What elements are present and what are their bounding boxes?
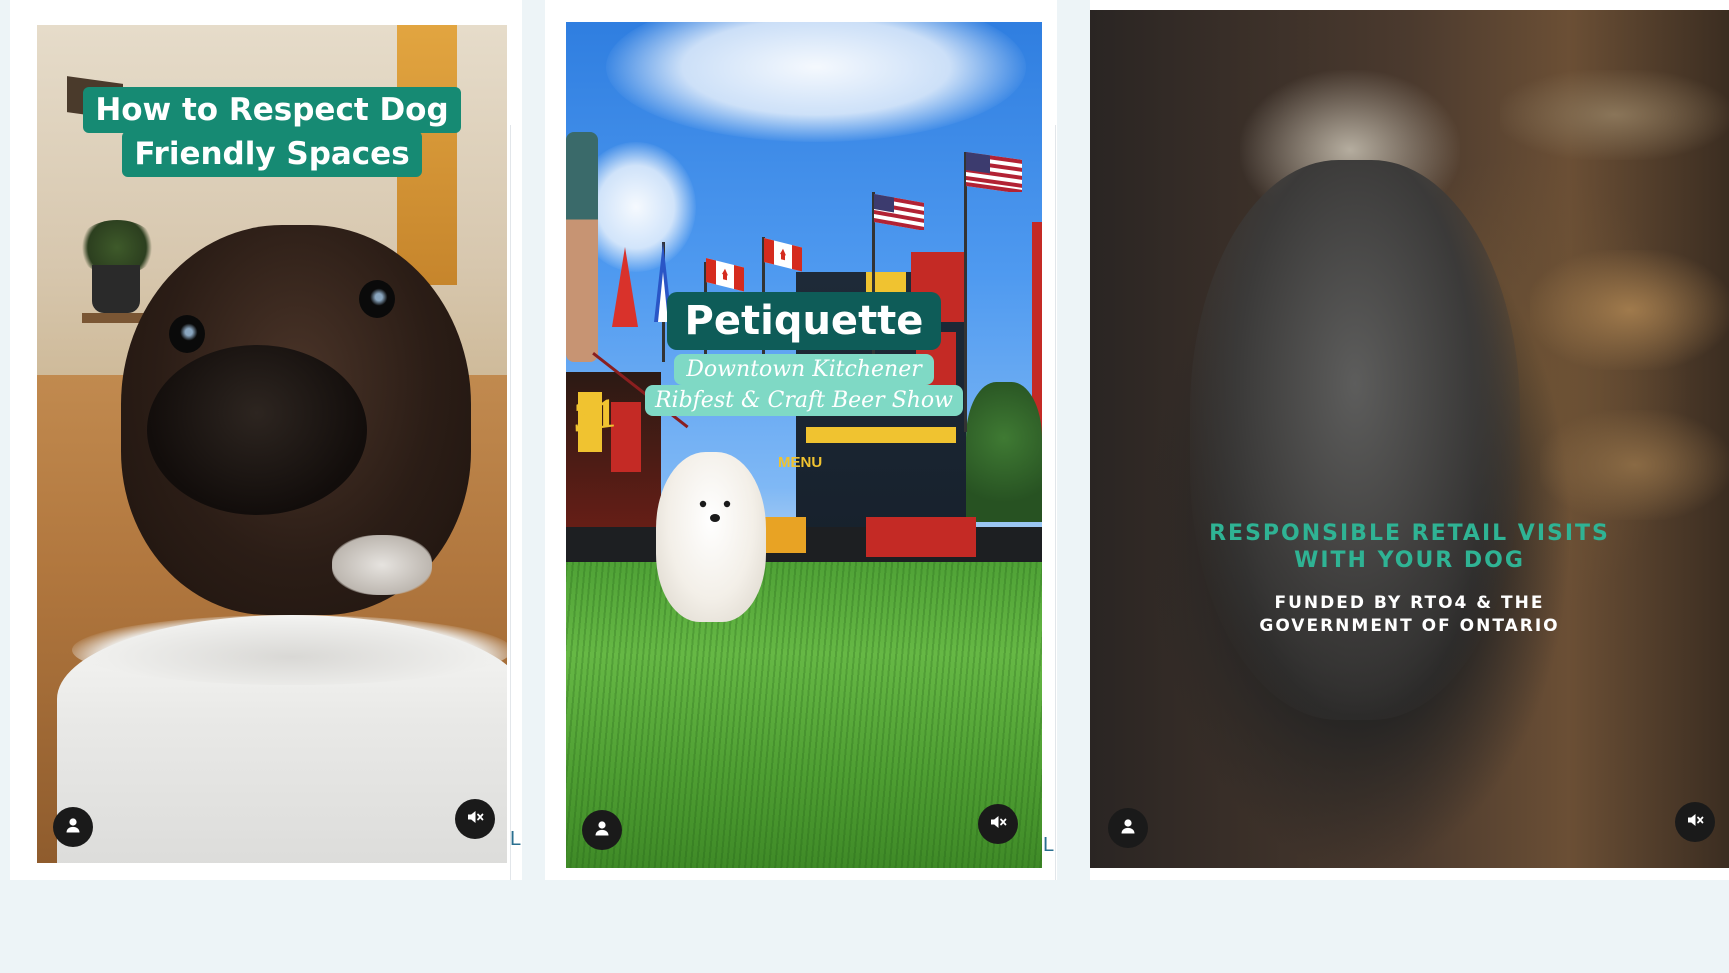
card-divider — [1055, 125, 1056, 880]
booth-menu-sign: MENU — [778, 454, 823, 471]
reel-video-2[interactable]: 31 MENU Petiquette Downtown Kitchener Ri… — [566, 22, 1042, 868]
mute-button[interactable] — [978, 804, 1018, 844]
reel-card-2: L 31 MENU Petiquette Downtown Kitchener … — [545, 0, 1057, 880]
reel-video-3[interactable]: RESPONSIBLE RETAIL VISITS WITH YOUR DOG … — [1090, 10, 1729, 868]
samoyed-puppy — [656, 452, 766, 622]
blurred-shelf — [1500, 70, 1729, 160]
title-petiquette: Petiquette — [666, 292, 942, 350]
fence-banner — [866, 517, 976, 557]
plant-pot — [92, 265, 140, 313]
puppy-face — [699, 500, 731, 522]
profile-button[interactable] — [1108, 808, 1148, 848]
subtitle-line-1: Downtown Kitchener — [674, 354, 934, 385]
card-stub-text: L — [1043, 834, 1055, 856]
reel-card-3: RESPONSIBLE RETAIL VISITS WITH YOUR DOG … — [1090, 0, 1729, 880]
card-divider — [510, 125, 511, 880]
us-flag — [874, 194, 924, 230]
user-icon — [64, 816, 82, 838]
reel-card-1: L How to Respect Dog Friendly Spaces — [10, 0, 522, 880]
fence-banner — [761, 517, 806, 553]
muted-speaker-icon — [988, 812, 1008, 836]
dog-eye-left — [169, 315, 205, 353]
profile-button[interactable] — [53, 807, 93, 847]
canada-flag — [706, 258, 744, 292]
headline-line-1: RESPONSIBLE RETAIL VISITS — [1209, 521, 1610, 546]
dog-eye-right — [359, 280, 395, 318]
user-icon — [1119, 817, 1137, 839]
mute-button[interactable] — [455, 799, 495, 839]
user-icon — [593, 819, 611, 841]
blurred-shelf — [1540, 410, 1729, 520]
credit-line-2: GOVERNMENT OF ONTARIO — [1259, 616, 1560, 636]
canada-flag — [764, 238, 802, 272]
dog-nose — [147, 345, 367, 515]
headline-line-2: WITH YOUR DOG — [1294, 548, 1525, 573]
title-line-2: Friendly Spaces — [122, 131, 422, 177]
subtitle-block: Downtown Kitchener Ribfest & Craft Beer … — [566, 354, 1042, 416]
muted-speaker-icon — [1685, 810, 1705, 834]
video-title-overlay: How to Respect Dog Friendly Spaces — [37, 87, 507, 177]
card-stub-text: L — [510, 828, 522, 850]
muted-speaker-icon — [465, 807, 485, 831]
video-text-overlay: RESPONSIBLE RETAIL VISITS WITH YOUR DOG … — [1090, 520, 1729, 638]
us-flag — [966, 152, 1022, 192]
title-line-1: How to Respect Dog — [83, 87, 461, 133]
subtitle-line-2: Ribfest & Craft Beer Show — [644, 385, 964, 416]
dog-bowl-rim — [72, 615, 507, 685]
reel-video-1[interactable]: How to Respect Dog Friendly Spaces — [37, 25, 507, 863]
video-title-overlay: Petiquette Downtown Kitchener Ribfest & … — [566, 292, 1042, 416]
mute-button[interactable] — [1675, 802, 1715, 842]
credit-line-1: FUNDED BY RTO4 & THE — [1274, 593, 1545, 613]
grass-field — [566, 562, 1042, 868]
profile-button[interactable] — [582, 810, 622, 850]
dog-chin-fur — [332, 535, 432, 595]
sky-cloud — [606, 22, 1026, 142]
booth-sign — [806, 427, 956, 443]
blurred-shelf — [1530, 250, 1729, 370]
